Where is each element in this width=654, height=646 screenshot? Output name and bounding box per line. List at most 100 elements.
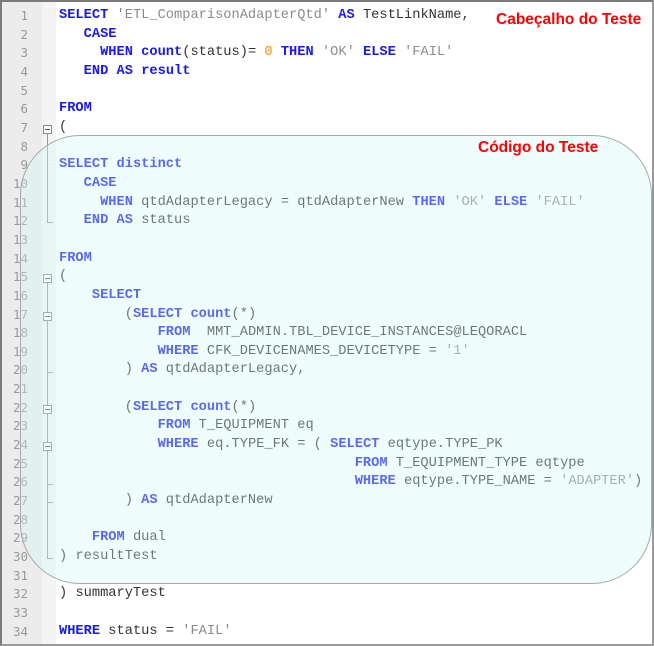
code-text: ) resultTest <box>59 549 158 564</box>
sql-keyword: WHERE <box>59 623 101 639</box>
code-text: FROM <box>59 101 92 116</box>
code-text: FROM <box>59 251 92 266</box>
code-token: status <box>108 623 158 639</box>
line-number: 30 <box>12 549 28 565</box>
code-token: TYPE_FK <box>231 437 290 453</box>
code-token: (*) <box>231 306 257 322</box>
code-token: qtdAdapterNew <box>297 194 405 210</box>
line-number: 5 <box>20 82 28 98</box>
code-token: T_EQUIPMENT_TYPE <box>395 455 528 471</box>
line-number: 21 <box>12 381 28 397</box>
sql-keyword: AS <box>338 8 355 23</box>
code-text: CASE <box>59 27 117 42</box>
code-text: ) summaryTest <box>59 586 166 601</box>
code-text: FROM dual <box>59 530 166 545</box>
code-token: . <box>453 474 462 490</box>
sql-keyword: count <box>190 306 232 322</box>
code-text: WHEN count(status)= 0 THEN 'OK' ELSE 'FA… <box>59 45 453 60</box>
code-line: 19 WHERE CFK_DEVICENAMES_DEVICETYPE = '1… <box>2 344 652 363</box>
line-number: 11 <box>12 194 28 210</box>
code-line: 32) summaryTest <box>2 586 652 605</box>
string-literal: 'ADAPTER' <box>560 474 635 490</box>
code-token: qtdAdapterLegacy <box>165 362 298 378</box>
line-number: 1 <box>20 8 28 23</box>
code-text: FROM T_EQUIPMENT eq <box>59 418 314 433</box>
code-token: resultTest <box>75 549 158 565</box>
sql-keyword: count <box>190 399 232 415</box>
string-literal: 'OK' <box>453 194 487 210</box>
code-token: eqtype <box>387 437 437 453</box>
code-line: 33 <box>2 605 652 624</box>
code-line: 14 FROM <box>2 251 652 270</box>
sql-keyword: SELECT <box>330 437 380 453</box>
sql-keyword: WHERE <box>157 343 199 359</box>
test-code-label: Código do Teste <box>478 139 599 156</box>
code-token: ( <box>59 269 68 285</box>
code-line: 3 WHEN count(status)= 0 THEN 'OK' ELSE '… <box>2 45 652 64</box>
sql-keyword: AS <box>116 213 133 229</box>
code-line: 23 FROM T_EQUIPMENT eq <box>2 418 652 437</box>
code-token: eqtype <box>535 455 585 471</box>
line-number: 15 <box>12 269 28 285</box>
code-token: @ <box>453 325 462 341</box>
code-text: WHERE status = 'FAIL' <box>59 624 232 639</box>
code-area[interactable]: 1 SELECT 'ETL_ComparisonAdapterQtd' AS Te… <box>2 8 652 642</box>
code-token: TBL_DEVICE_INSTANCES <box>289 325 454 341</box>
code-token: ) <box>634 474 643 490</box>
code-line: 11 WHEN qtdAdapterLegacy = qtdAdapterNew… <box>2 195 652 214</box>
sql-keyword: CASE <box>83 175 117 191</box>
code-line: 24 WHERE eq.TYPE_FK = ( SELECT eqtype.TY… <box>2 437 652 456</box>
sql-keyword: WHEN <box>100 194 133 210</box>
code-token: status <box>190 45 240 61</box>
sql-keyword: FROM <box>59 101 92 117</box>
line-number: 19 <box>12 343 28 359</box>
code-token: ( <box>59 399 133 415</box>
code-text: ) AS qtdAdapterLegacy, <box>59 362 306 378</box>
code-text: (SELECT count(*) <box>59 400 256 415</box>
sql-keyword: FROM <box>157 325 191 341</box>
code-token: = ( <box>289 437 331 453</box>
sql-keyword: WHERE <box>157 437 199 453</box>
code-token: )= <box>239 45 265 61</box>
sql-keyword: FROM <box>157 418 191 434</box>
line-number: 24 <box>12 437 28 453</box>
line-number: 2 <box>20 26 28 42</box>
sql-keyword: SELECT <box>91 287 142 303</box>
string-literal: 'FAIL' <box>404 45 454 61</box>
line-number: 28 <box>12 511 28 527</box>
code-token: eqtype <box>404 474 454 490</box>
code-line: 29 FROM dual <box>2 530 652 549</box>
code-line: 4 END AS result <box>2 64 652 83</box>
sql-keyword: AS <box>116 63 133 79</box>
code-token: . <box>280 325 290 341</box>
line-number: 4 <box>20 63 28 79</box>
string-literal: 'OK' <box>321 45 355 61</box>
code-token: TYPE_NAME <box>461 474 536 490</box>
code-text: WHEN qtdAdapterLegacy = qtdAdapterNew TH… <box>59 195 585 210</box>
line-number: 12 <box>12 213 28 229</box>
string-literal: 'ETL_ComparisonAdapterQtd' <box>116 8 331 23</box>
string-literal: 'FAIL' <box>535 194 585 210</box>
code-token: ) <box>59 549 76 565</box>
code-text: ( <box>59 120 67 135</box>
code-text: SELECT 'ETL_ComparisonAdapterQtd' AS Tes… <box>59 8 470 23</box>
code-text: WHERE eqtype.TYPE_NAME = 'ADAPTER') <box>59 474 643 490</box>
line-number: 29 <box>12 530 28 546</box>
